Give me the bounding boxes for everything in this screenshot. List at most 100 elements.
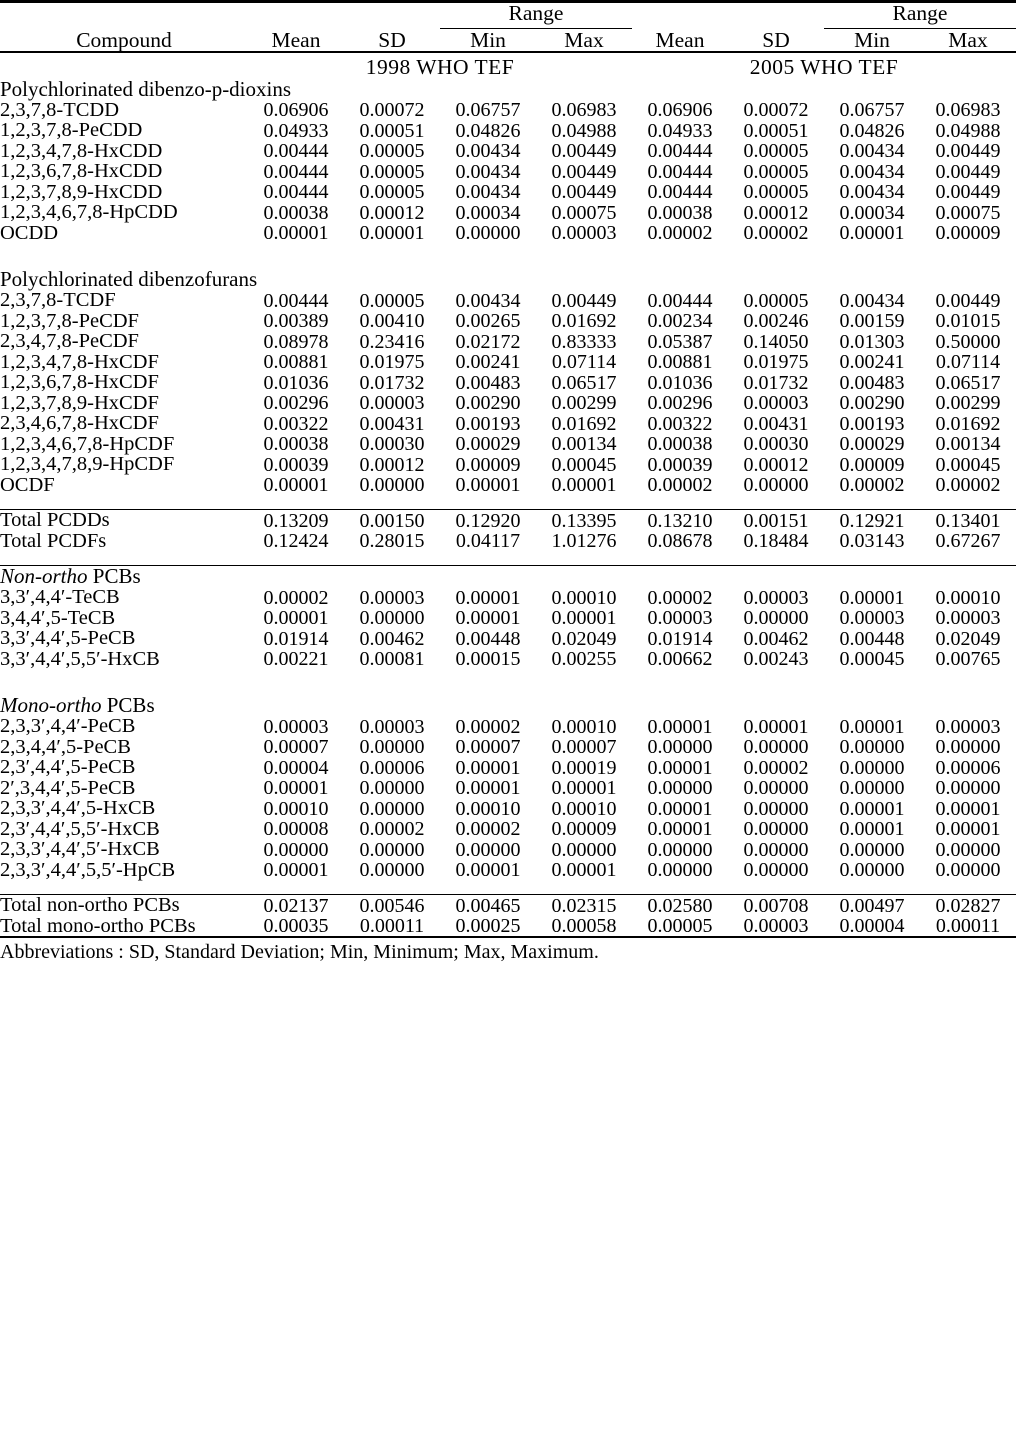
row-compound: 2,3,3′,4,4′-PeCB — [0, 715, 136, 737]
cell-sd-2005: 0.00005 — [743, 289, 809, 312]
cell-mean-2005: 0.00234 — [647, 310, 713, 332]
section-title-mono-ortho-italic: Mono-ortho — [0, 693, 102, 717]
cell-sd-2005: 0.00000 — [743, 838, 809, 861]
cell-max-2005: 0.00075 — [935, 201, 1001, 224]
cell-sd-1998: 0.00462 — [359, 627, 425, 650]
cell-min-1998: 0.00010 — [455, 797, 521, 820]
cell-mean-2005: 0.00296 — [647, 392, 713, 414]
column-header-min-1998: Min — [470, 27, 506, 52]
cell-min-2005: 0.00434 — [839, 181, 905, 203]
table-row: 2,3,3′,4,4′,5-HxCB 0.00010 0.00000 0.000… — [0, 798, 1016, 819]
section-title-pcdd: Polychlorinated dibenzo-p-dioxins — [0, 78, 1016, 100]
cell-max-1998: 0.00075 — [551, 201, 617, 224]
cell-max-1998: 0.01692 — [551, 310, 617, 332]
row-compound: 1,2,3,6,7,8-HxCDD — [0, 160, 163, 182]
cell-sd-2005: 0.00246 — [743, 310, 809, 332]
row-compound: 2,3,4,7,8-PeCDF — [0, 330, 139, 352]
cell-sd-1998: 0.00012 — [359, 201, 425, 224]
cell-mean-2005: 0.00038 — [647, 433, 713, 455]
cell-sd-2005: 0.00072 — [743, 99, 809, 121]
cell-min-2005: 0.06757 — [839, 99, 905, 121]
cell-min-2005: 0.00001 — [839, 797, 905, 820]
cell-sd-2005: 0.00005 — [743, 181, 809, 203]
cell-min-2005: 0.00434 — [839, 160, 905, 183]
cell-max-2005: 0.00000 — [935, 838, 1001, 861]
row-compound: 2,3,7,8-TCDD — [0, 98, 120, 121]
table-row: 2′,3,4,4′,5-PeCB 0.00001 0.00000 0.00001… — [0, 777, 1016, 799]
cell-max-1998: 0.00449 — [551, 289, 617, 312]
table-row: 1,2,3,7,8-PeCDD 0.04933 0.00051 0.04826 … — [0, 120, 1016, 141]
cell-sd-1998: 0.00000 — [359, 797, 425, 820]
row-compound: OCDF — [0, 473, 55, 496]
cell-sd-2005: 0.00001 — [743, 715, 809, 738]
cell-mean-1998: 0.06906 — [263, 99, 329, 121]
cell-sd-1998: 0.00081 — [359, 648, 425, 670]
cell-sd-2005: 0.00708 — [743, 894, 809, 917]
table-row: 2,3,7,8-TCDD 0.06906 0.00072 0.06757 0.0… — [0, 98, 1016, 121]
row-compound: OCDD — [0, 221, 59, 244]
cell-sd-1998: 0.00546 — [359, 894, 425, 917]
cell-mean-2005: 0.00444 — [647, 160, 713, 183]
cell-mean-1998: 0.13209 — [263, 509, 329, 532]
cell-mean-1998: 0.01036 — [263, 371, 329, 394]
section-title-non-ortho: Non-ortho PCBs — [0, 566, 1016, 587]
cell-sd-1998: 0.00000 — [359, 736, 425, 758]
cell-max-2005: 0.13401 — [935, 509, 1001, 532]
cell-min-2005: 0.00448 — [839, 627, 905, 650]
cell-max-1998: 0.13395 — [551, 509, 617, 532]
cell-mean-1998: 0.00389 — [263, 310, 329, 332]
cell-sd-2005: 0.00000 — [743, 818, 809, 840]
cell-min-1998: 0.00029 — [455, 433, 521, 455]
row-compound: 3,3′,4,4′-TeCB — [0, 586, 120, 608]
cell-max-2005: 0.00011 — [935, 915, 1001, 937]
row-total-label: Total non-ortho PCBs — [0, 894, 180, 916]
cell-sd-2005: 0.01975 — [743, 351, 809, 373]
cell-min-2005: 0.00483 — [839, 371, 905, 394]
cell-mean-1998: 0.00322 — [263, 412, 329, 435]
cell-max-2005: 0.00003 — [935, 607, 1001, 629]
row-compound: 1,2,3,4,6,7,8-HpCDD — [0, 201, 178, 223]
cell-max-1998: 0.00019 — [551, 756, 617, 779]
cell-mean-2005: 0.01036 — [647, 371, 713, 394]
cell-mean-1998: 0.04933 — [263, 119, 329, 142]
row-compound: 1,2,3,7,8,9-HxCDD — [0, 180, 163, 203]
cell-mean-1998: 0.01914 — [263, 627, 329, 650]
cell-mean-1998: 0.00004 — [263, 756, 329, 779]
range-label-1998-text: Range — [440, 2, 632, 29]
cell-min-2005: 0.00193 — [839, 412, 905, 435]
cell-max-2005: 0.00006 — [935, 756, 1001, 779]
row-compound: 2,3,7,8-TCDF — [0, 289, 116, 311]
range-label-2005-text: Range — [824, 2, 1016, 29]
cell-min-2005: 0.00290 — [839, 392, 905, 414]
table-row: 3,3′,4,4′-TeCB 0.00002 0.00003 0.00001 0… — [0, 587, 1016, 608]
section-spacer — [0, 551, 1016, 566]
section-spacer — [0, 669, 1016, 695]
cell-min-1998: 0.00001 — [455, 756, 521, 779]
cell-sd-1998: 0.23416 — [359, 330, 425, 353]
row-compound: 1,2,3,4,7,8-HxCDF — [0, 350, 159, 373]
table-row: 1,2,3,6,7,8-HxCDD 0.00444 0.00005 0.0043… — [0, 161, 1016, 182]
cell-min-2005: 0.00001 — [839, 586, 905, 609]
cell-mean-1998: 0.00444 — [263, 289, 329, 312]
cell-min-2005: 0.12921 — [839, 509, 905, 532]
cell-max-1998: 0.00010 — [551, 586, 617, 609]
cell-mean-1998: 0.00008 — [263, 818, 329, 840]
cell-mean-2005: 0.05387 — [647, 330, 713, 353]
table-row: OCDF 0.00001 0.00000 0.00001 0.00001 0.0… — [0, 473, 1016, 496]
cell-mean-2005: 0.00444 — [647, 140, 713, 162]
cell-max-2005: 0.00299 — [935, 392, 1001, 414]
cell-max-1998: 0.04988 — [551, 119, 617, 142]
cell-sd-2005: 0.01732 — [743, 371, 809, 394]
row-compound: 2,3′,4,4′,5,5′-HxCB — [0, 817, 160, 840]
table-row: 1,2,3,7,8-PeCDF 0.00389 0.00410 0.00265 … — [0, 310, 1016, 332]
cell-sd-2005: 0.00003 — [743, 586, 809, 609]
cell-mean-2005: 0.02580 — [647, 894, 713, 917]
cell-mean-2005: 0.00038 — [647, 201, 713, 224]
section-title-row-mono-ortho: Mono-ortho PCBs — [0, 695, 1016, 716]
table-row: 1,2,3,7,8,9-HxCDF 0.00296 0.00003 0.0029… — [0, 392, 1016, 414]
cell-min-2005: 0.01303 — [839, 330, 905, 353]
cell-min-2005: 0.00034 — [839, 201, 905, 224]
cell-sd-1998: 0.00001 — [359, 222, 425, 244]
cell-max-1998: 0.00449 — [551, 160, 617, 183]
cell-min-1998: 0.00434 — [455, 140, 521, 162]
